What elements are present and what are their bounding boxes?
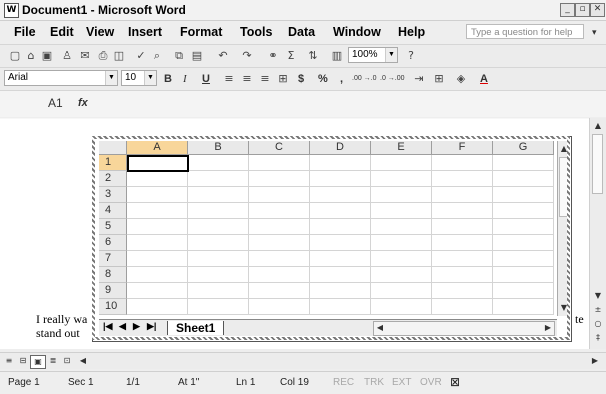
menu-file[interactable]: File [14,25,36,39]
permission-icon[interactable]: ♙ [60,49,74,63]
formula-input[interactable] [130,95,600,111]
doc-scroll-left-icon[interactable]: ◀ [76,355,90,367]
minimize-button[interactable]: _ [560,3,575,17]
title-bar: W Document1 - Microsoft Word _ ▫ ✕ [0,0,606,21]
align-left-icon[interactable]: ≡ [222,72,236,86]
comma-button[interactable]: , [340,71,343,87]
copy-icon[interactable]: ⧉ [172,49,186,63]
vertical-scroll-thumb[interactable] [592,134,603,194]
normal-view-icon[interactable]: ≡ [2,355,16,367]
research-icon[interactable]: ⌕ [150,49,164,63]
align-center-icon[interactable]: ≡ [240,72,254,86]
fill-color-icon[interactable]: ◈ [454,72,468,86]
status-position: At 1" [178,377,200,388]
previous-page-icon[interactable]: ± [591,304,605,316]
zoom-select[interactable]: 100% ▼ [348,47,398,63]
scroll-up-icon[interactable]: ▲ [591,120,605,132]
help-dropdown-icon[interactable]: ▾ [592,24,597,40]
sort-ascending-icon[interactable]: ⇅ [306,49,320,63]
status-column: Col 19 [280,377,309,388]
help-search-input[interactable]: Type a question for help [466,24,584,39]
hyperlink-icon[interactable]: ⚭ [266,49,280,63]
menu-insert[interactable]: Insert [128,25,162,39]
close-button[interactable]: ✕ [590,3,605,17]
increase-decimal-button[interactable]: .00 →.0 [352,71,377,87]
menu-tools[interactable]: Tools [240,25,272,39]
select-browse-object-icon[interactable]: ○ [591,318,605,330]
decrease-decimal-button[interactable]: .0 →.00 [380,71,405,87]
open-icon[interactable]: ⌂ [24,49,38,63]
help-icon[interactable]: ? [404,49,418,63]
document-horizontal-scrollbar[interactable]: ≡ ⊟ ▣ ≣ ⊡ ◀ ▶ [0,352,606,369]
align-right-icon[interactable]: ≡ [258,72,272,86]
object-selection-border [92,136,570,340]
formatting-toolbar: Arial ▼ 10 ▼ B I U ≡ ≡ ≡ ⊞ $ % , .00 →.0 .… [0,67,606,90]
autosum-icon[interactable]: Σ [284,49,298,63]
status-trk[interactable]: TRK [364,377,384,388]
italic-button[interactable]: I [183,71,187,87]
redo-icon[interactable]: ↷ [240,49,254,63]
status-ovr[interactable]: OVR [420,377,442,388]
spelling-icon[interactable]: ✓ [134,49,148,63]
status-ext[interactable]: EXT [392,377,411,388]
word-doc-icon[interactable]: W [4,3,19,18]
bold-button[interactable]: B [164,71,172,87]
formula-bar: A1 fx [0,90,606,117]
web-view-icon[interactable]: ⊟ [16,355,30,367]
doc-scroll-right-icon[interactable]: ▶ [588,355,602,367]
menu-edit[interactable]: Edit [50,25,74,39]
borders-icon[interactable]: ⊞ [432,72,446,86]
doc-text-line-1-end[interactable]: te [575,312,584,327]
reading-layout-icon[interactable]: ⊡ [60,355,74,367]
doc-text-line-1[interactable]: I really wa [36,312,87,327]
save-icon[interactable]: ▣ [40,49,54,63]
undo-icon[interactable]: ↶ [216,49,230,63]
standard-toolbar: ▢ ⌂ ▣ ♙ ✉ ⎙ ◫ ✓ ⌕ ⧉ ▤ ↶ ↷ ⚭ Σ ⇅ ▥ 100% ▼ … [0,44,606,67]
chart-wizard-icon[interactable]: ▥ [330,49,344,63]
percent-button[interactable]: % [318,71,328,87]
spelling-status-icon[interactable]: ⊠ [450,375,460,389]
fx-icon[interactable]: fx [78,95,88,111]
merge-center-icon[interactable]: ⊞ [276,72,290,86]
doc-text-line-2[interactable]: stand out [36,326,80,341]
menu-data[interactable]: Data [288,25,315,39]
menu-format[interactable]: Format [180,25,222,39]
window-title: Document1 - Microsoft Word [22,3,186,17]
status-line: Ln 1 [236,377,256,388]
restore-button[interactable]: ▫ [575,3,590,17]
menu-window[interactable]: Window [333,25,381,39]
status-rec[interactable]: REC [333,377,354,388]
email-icon[interactable]: ✉ [78,49,92,63]
outline-view-icon[interactable]: ≣ [46,355,60,367]
vertical-scrollbar[interactable]: ▲ ▼ ± ○ ‡ [589,118,606,349]
word-window: W Document1 - Microsoft Word _ ▫ ✕ File … [0,0,606,394]
menu-view[interactable]: View [86,25,114,39]
scroll-down-icon[interactable]: ▼ [591,290,605,302]
menu-help[interactable]: Help [398,25,425,39]
currency-button[interactable]: $ [298,71,304,87]
indent-icon[interactable]: ⇥ [412,72,426,86]
menu-bar: File Edit View Insert Format Tools Data … [0,21,606,43]
font-select[interactable]: Arial ▼ [4,70,118,86]
font-size-select[interactable]: 10 ▼ [121,70,157,86]
name-box[interactable]: A1 [8,95,88,111]
print-icon[interactable]: ⎙ [96,49,110,63]
status-bar: Page 1 Sec 1 1/1 At 1" Ln 1 Col 19 REC T… [0,371,606,394]
print-layout-icon[interactable]: ▣ [30,355,46,369]
print-preview-icon[interactable]: ◫ [112,49,126,63]
status-pages: 1/1 [126,377,140,388]
next-page-icon[interactable]: ‡ [591,332,605,344]
font-color-button[interactable]: A [480,71,488,87]
new-icon[interactable]: ▢ [8,49,22,63]
status-page: Page 1 [8,377,40,388]
status-section: Sec 1 [68,377,94,388]
underline-button[interactable]: U [202,71,210,87]
paste-icon[interactable]: ▤ [190,49,204,63]
